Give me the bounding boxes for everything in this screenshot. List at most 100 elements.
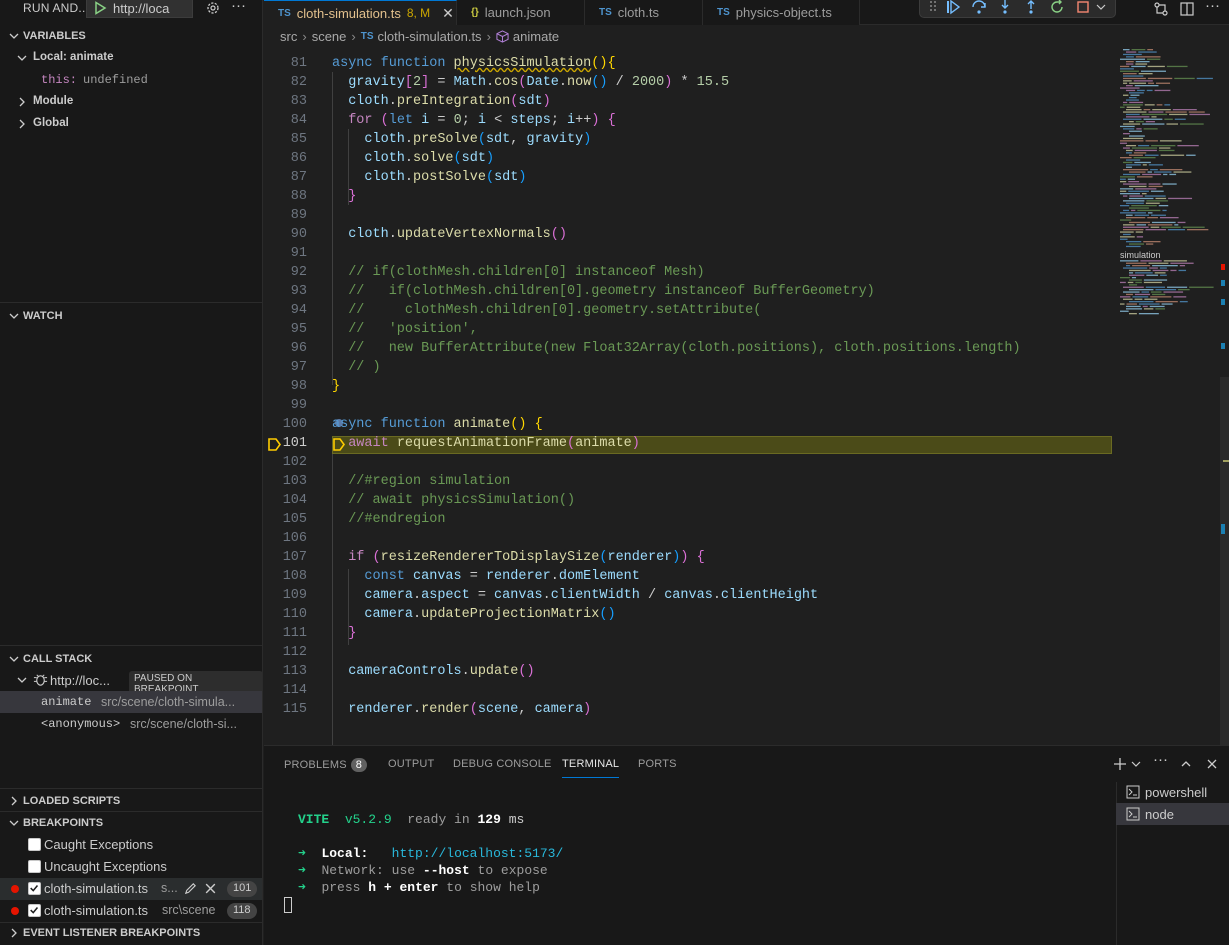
line-number[interactable]: 93 — [264, 284, 307, 299]
line-number[interactable]: 91 — [264, 246, 307, 261]
chevron-down-icon[interactable] — [1131, 759, 1141, 769]
line-number[interactable]: 92 — [264, 265, 307, 280]
uncaught-exceptions-row[interactable]: Uncaught Exceptions — [0, 856, 262, 878]
stop-icon[interactable] — [1075, 0, 1091, 15]
line-number[interactable]: 102 — [264, 455, 307, 470]
breadcrumb-symbol[interactable]: animate — [513, 29, 559, 44]
line-number[interactable]: 113 — [264, 664, 307, 679]
line-number[interactable]: 95 — [264, 322, 307, 337]
tab-problems[interactable]: PROBLEMS 8 — [284, 758, 368, 772]
step-over-icon[interactable] — [971, 0, 987, 15]
line-number[interactable]: 115 — [264, 702, 307, 717]
terminal-instance-powershell[interactable]: powershell — [1116, 781, 1229, 803]
tab-debug-console[interactable]: DEBUG CONSOLE — [453, 758, 552, 770]
local-url[interactable]: http://localhost:5173/ — [392, 846, 564, 861]
minimap[interactable]: simulation — [1118, 47, 1218, 745]
line-number[interactable]: 103 — [264, 474, 307, 489]
compare-changes-icon[interactable] — [1153, 1, 1169, 17]
line-number[interactable]: 81 — [264, 56, 307, 71]
close-icon[interactable]: ✕ — [442, 5, 454, 22]
call-stack-header[interactable]: CALL STACK — [0, 648, 262, 670]
line-number[interactable]: 112 — [264, 645, 307, 660]
code-editor[interactable]: 81 82 83 84 85 86 87 88 89 90 91 92 93 94 95 96 97 98 99 10… — [264, 47, 1229, 745]
variable-this[interactable]: this: undefined — [0, 69, 262, 91]
breadcrumb-file[interactable]: cloth-simulation.ts — [378, 29, 482, 44]
event-listener-header[interactable]: EVENT LISTENER BREAKPOINTS — [0, 922, 262, 944]
caught-exceptions-checkbox[interactable] — [28, 838, 41, 851]
edit-pencil-icon[interactable] — [183, 881, 198, 896]
start-debugging-icon[interactable] — [93, 1, 107, 15]
variables-header[interactable]: VARIABLES — [0, 25, 262, 47]
scrollbar-thumb[interactable] — [1220, 377, 1229, 745]
line-number[interactable]: 85 — [264, 132, 307, 147]
tab-physics-object[interactable]: TS physics-object.ts — [703, 0, 860, 25]
line-number[interactable]: 96 — [264, 341, 307, 356]
more-actions-icon[interactable]: ··· — [231, 0, 246, 14]
step-into-icon[interactable] — [997, 0, 1013, 15]
line-number[interactable]: 104 — [264, 493, 307, 508]
scope-module[interactable]: Module — [0, 91, 262, 113]
tab-cloth-simulation[interactable]: TS cloth-simulation.ts 8, M ✕ — [264, 0, 457, 25]
line-number[interactable]: 83 — [264, 94, 307, 109]
split-editor-icon[interactable] — [1179, 1, 1195, 17]
scope-global[interactable]: Global — [0, 113, 262, 135]
caught-exceptions-row[interactable]: Caught Exceptions — [0, 834, 262, 856]
breakpoint-checkbox[interactable] — [28, 904, 41, 917]
line-number[interactable]: 100 — [264, 417, 307, 432]
close-icon[interactable] — [204, 882, 217, 895]
line-number[interactable]: 88 — [264, 189, 307, 204]
stack-frame[interactable]: <anonymous> src/scene/cloth-si... — [0, 713, 262, 735]
continue-icon[interactable] — [945, 0, 961, 15]
loaded-scripts-header[interactable]: LOADED SCRIPTS — [0, 790, 262, 812]
line-number[interactable]: 105 — [264, 512, 307, 527]
new-terminal-plus-icon[interactable] — [1113, 757, 1127, 771]
restart-icon[interactable] — [1049, 0, 1065, 15]
line-number[interactable]: 90 — [264, 227, 307, 242]
line-number[interactable]: 114 — [264, 683, 307, 698]
gear-icon[interactable] — [205, 0, 221, 16]
line-number[interactable]: 97 — [264, 360, 307, 375]
uncaught-exceptions-checkbox[interactable] — [28, 860, 41, 873]
line-number[interactable]: 89 — [264, 208, 307, 223]
line-number[interactable]: 109 — [264, 588, 307, 603]
breakpoints-header[interactable]: BREAKPOINTS — [0, 812, 262, 834]
step-out-icon[interactable] — [1023, 0, 1039, 15]
line-number[interactable]: 82 — [264, 75, 307, 90]
line-number[interactable]: 110 — [264, 607, 307, 622]
launch-config-select[interactable]: http://loca — [86, 0, 193, 18]
line-number[interactable]: 108 — [264, 569, 307, 584]
tab-cloth-ts[interactable]: TS cloth.ts — [585, 0, 703, 25]
tab-ports[interactable]: PORTS — [638, 758, 677, 770]
more-actions-icon[interactable]: ··· — [1153, 751, 1168, 768]
stack-frame[interactable]: animate src/scene/cloth-simula... — [0, 691, 262, 713]
paused-breakpoint-arrow-icon[interactable] — [268, 438, 281, 451]
scope-local[interactable]: Local: animate — [0, 47, 262, 69]
watch-header[interactable]: WATCH — [0, 305, 262, 327]
call-stack-session[interactable]: http://loc... PAUSED ON BREAKPOINT — [0, 669, 262, 697]
line-number[interactable]: 111 — [264, 626, 307, 641]
line-number[interactable]: 86 — [264, 151, 307, 166]
maximize-panel-icon[interactable] — [1180, 758, 1192, 770]
line-number[interactable]: 87 — [264, 170, 307, 185]
breakpoint-item[interactable]: cloth-simulation.ts src\scene 118 — [0, 900, 262, 922]
breakpoint-checkbox[interactable] — [28, 882, 41, 895]
line-number[interactable]: 84 — [264, 113, 307, 128]
terminal-instance-node[interactable]: node — [1116, 803, 1229, 825]
vscode-window: RUN AND... http://loca ··· VARIABLES Loc… — [0, 0, 1229, 945]
line-number[interactable]: 106 — [264, 531, 307, 546]
tab-launch-json[interactable]: {} launch.json — [457, 0, 585, 25]
drag-handle-icon[interactable] — [928, 0, 938, 13]
vertical-scrollbar[interactable] — [1220, 47, 1229, 745]
line-number[interactable]: 94 — [264, 303, 307, 318]
tab-output[interactable]: OUTPUT — [388, 758, 434, 770]
chevron-down-icon[interactable] — [1096, 0, 1106, 15]
tab-terminal[interactable]: TERMINAL — [562, 758, 620, 778]
breadcrumb-scene[interactable]: scene — [312, 29, 347, 44]
line-number[interactable]: 99 — [264, 398, 307, 413]
close-panel-icon[interactable] — [1206, 758, 1218, 770]
breadcrumb-src[interactable]: src — [280, 29, 297, 44]
more-actions-icon[interactable]: ··· — [1205, 0, 1220, 14]
line-number[interactable]: 98 — [264, 379, 307, 394]
line-number[interactable]: 107 — [264, 550, 307, 565]
breakpoint-item[interactable]: cloth-simulation.ts s... 101 — [0, 878, 262, 900]
